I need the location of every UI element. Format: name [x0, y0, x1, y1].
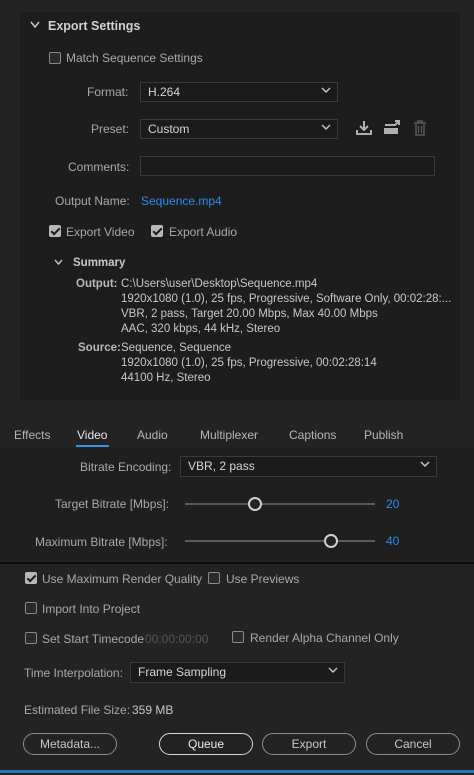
preset-dropdown[interactable]: Custom — [140, 119, 338, 139]
import-into-project-checkbox[interactable] — [25, 602, 37, 614]
start-timecode-label[interactable]: Set Start Timecode — [42, 632, 144, 646]
export-audio-label[interactable]: Export Audio — [169, 225, 237, 239]
import-into-project-label[interactable]: Import Into Project — [42, 602, 140, 616]
max-render-quality-checkbox[interactable] — [25, 572, 37, 584]
use-previews-checkbox[interactable] — [208, 572, 220, 584]
estimated-size-value: 359 MB — [132, 703, 174, 717]
max-render-quality-label[interactable]: Use Maximum Render Quality — [42, 572, 202, 586]
active-tab-indicator — [76, 445, 109, 447]
delete-preset-icon[interactable] — [413, 120, 427, 136]
summary-output-line: 1920x1080 (1.0), 25 fps, Progressive, So… — [121, 293, 452, 305]
output-name-label: Output Name: — [55, 194, 130, 208]
max-bitrate-value[interactable]: 40 — [386, 534, 399, 548]
format-dropdown[interactable]: H.264 — [140, 82, 338, 102]
tab-captions[interactable]: Captions — [289, 428, 336, 442]
export-video-label[interactable]: Export Video — [66, 225, 135, 239]
chevron-down-icon — [321, 87, 331, 93]
preset-label: Preset: — [91, 122, 130, 136]
export-audio-checkbox[interactable] — [151, 225, 163, 237]
summary-output-line: VBR, 2 pass, Target 20.00 Mbps, Max 40.0… — [121, 308, 378, 320]
bitrate-encoding-value: VBR, 2 pass — [188, 459, 255, 473]
summary-output-line: AAC, 320 kbps, 44 kHz, Stereo — [121, 323, 281, 335]
chevron-down-icon — [321, 124, 331, 130]
summary-chevron-icon[interactable] — [54, 259, 63, 266]
start-timecode-value: 00:00:00:00 — [145, 632, 209, 646]
tab-publish[interactable]: Publish — [364, 428, 403, 442]
use-previews-label[interactable]: Use Previews — [226, 572, 299, 586]
format-value: H.264 — [148, 85, 181, 99]
collapse-chevron-icon[interactable] — [30, 21, 40, 29]
summary-source-line: 1920x1080 (1.0), 25 fps, Progressive, 00… — [121, 357, 377, 369]
time-interpolation-value: Frame Sampling — [138, 665, 227, 679]
preset-value: Custom — [148, 122, 190, 136]
time-interpolation-label: Time Interpolation: — [24, 666, 123, 680]
summary-source-line: Sequence, Sequence — [121, 342, 231, 354]
summary-output-block: C:\Users\user\Desktop\Sequence.mp4 1920x… — [121, 277, 451, 337]
summary-source-label: Source: — [78, 342, 121, 354]
estimated-size-label: Estimated File Size: — [24, 703, 131, 717]
tab-effects[interactable]: Effects — [14, 428, 50, 442]
summary-source-block: Sequence, Sequence 1920x1080 (1.0), 25 f… — [121, 341, 377, 386]
comments-input[interactable] — [140, 156, 435, 176]
match-sequence-label[interactable]: Match Sequence Settings — [66, 51, 203, 65]
bitrate-encoding-dropdown[interactable]: VBR, 2 pass — [180, 456, 437, 477]
summary-output-label: Output: — [76, 278, 118, 290]
match-sequence-checkbox[interactable] — [49, 52, 61, 64]
render-alpha-checkbox[interactable] — [232, 631, 244, 643]
render-alpha-label[interactable]: Render Alpha Channel Only — [250, 631, 399, 645]
target-bitrate-value[interactable]: 20 — [386, 497, 399, 511]
queue-button[interactable]: Queue — [159, 733, 253, 755]
tab-video[interactable]: Video — [77, 428, 107, 442]
export-video-checkbox[interactable] — [49, 225, 61, 237]
output-name-link[interactable]: Sequence.mp4 — [141, 194, 222, 208]
max-bitrate-label: Maximum Bitrate [Mbps]: — [35, 535, 168, 549]
target-bitrate-label: Target Bitrate [Mbps]: — [55, 497, 170, 511]
tab-multiplexer[interactable]: Multiplexer — [200, 428, 258, 442]
format-label: Format: — [87, 85, 129, 99]
chevron-down-icon — [420, 461, 430, 467]
summary-output-line: C:\Users\user\Desktop\Sequence.mp4 — [121, 278, 318, 290]
import-preset-icon[interactable] — [382, 120, 402, 136]
metadata-button[interactable]: Metadata... — [23, 733, 117, 755]
save-preset-icon[interactable] — [355, 120, 373, 136]
summary-source-line: 44100 Hz, Stereo — [121, 372, 211, 384]
export-button[interactable]: Export — [262, 733, 356, 755]
export-settings-title: Export Settings — [48, 19, 141, 33]
start-timecode-checkbox[interactable] — [25, 632, 37, 644]
target-bitrate-slider-track[interactable] — [185, 503, 375, 505]
max-bitrate-slider-track[interactable] — [185, 540, 375, 542]
chevron-down-icon — [328, 667, 338, 673]
cancel-button[interactable]: Cancel — [366, 733, 460, 755]
tab-audio[interactable]: Audio — [137, 428, 168, 442]
summary-title: Summary — [73, 257, 126, 269]
time-interpolation-dropdown[interactable]: Frame Sampling — [130, 662, 345, 683]
comments-label: Comments: — [68, 160, 130, 174]
bitrate-encoding-label: Bitrate Encoding: — [80, 460, 172, 474]
